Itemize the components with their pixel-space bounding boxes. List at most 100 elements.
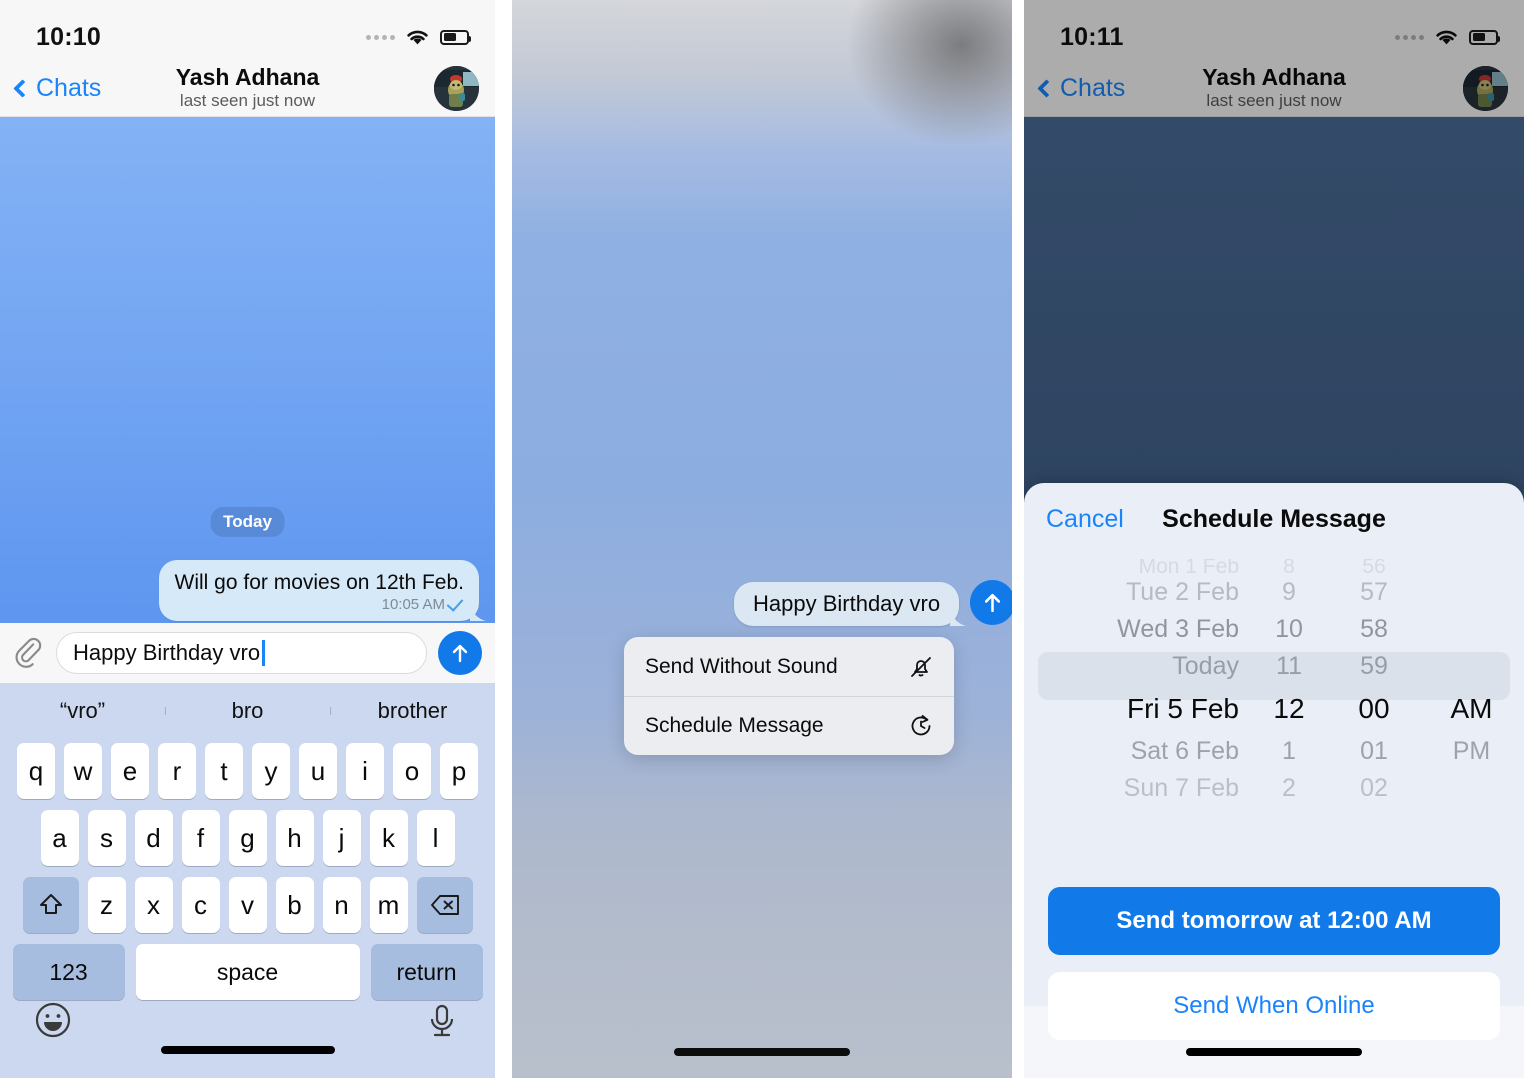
datetime-picker[interactable]: Mon 1 Feb Tue 2 Feb Wed 3 Feb Today Fri … — [1024, 559, 1524, 797]
status-bar: 10:11 — [1024, 0, 1524, 60]
key-l[interactable]: l — [416, 810, 455, 866]
chat-message-list[interactable]: Today Will go for movies on 12th Feb. 10… — [0, 117, 495, 623]
key-w[interactable]: w — [64, 743, 102, 799]
emoji-icon[interactable] — [33, 1000, 73, 1040]
key-x[interactable]: x — [134, 877, 173, 933]
send-tomorrow-button[interactable]: Send tomorrow at 12:00 AM — [1048, 887, 1500, 955]
keyboard-row-3: z x c v b n m — [0, 877, 495, 933]
back-to-chats-button[interactable]: Chats — [10, 74, 101, 103]
picker-minute-option[interactable]: 59 — [1360, 648, 1388, 685]
send-when-online-button[interactable]: Send When Online — [1048, 972, 1500, 1040]
shift-key[interactable] — [22, 877, 79, 933]
key-p[interactable]: p — [440, 743, 478, 799]
key-v[interactable]: v — [228, 877, 267, 933]
text-caret — [262, 640, 265, 666]
key-z[interactable]: z — [87, 877, 126, 933]
picker-date-option[interactable]: Sun 7 Feb — [1124, 770, 1239, 797]
picker-minute-option[interactable]: 02 — [1360, 770, 1388, 797]
send-options-menu: Send Without Sound Schedule Message — [624, 637, 954, 755]
key-o[interactable]: o — [393, 743, 431, 799]
home-indicator — [674, 1048, 850, 1056]
picker-date-option[interactable]: Today — [1172, 648, 1239, 685]
avatar[interactable] — [434, 66, 479, 111]
chevron-left-icon — [13, 78, 32, 98]
key-u[interactable]: u — [299, 743, 337, 799]
picker-hour-selected[interactable]: 12 — [1273, 685, 1304, 733]
suggestion-0[interactable]: “vro” — [0, 698, 165, 724]
picker-ampm-option[interactable]: PM — [1453, 733, 1491, 770]
picker-date-option[interactable]: Wed 3 Feb — [1117, 611, 1239, 648]
picker-column-hour[interactable]: 8 9 10 11 12 1 2 3 4 — [1249, 559, 1329, 797]
suggestion-1[interactable]: bro — [165, 698, 330, 724]
blurred-chat-background — [512, 0, 1012, 1078]
suggestion-2[interactable]: brother — [330, 698, 495, 724]
three-panel-screenshot: 10:10 Chats Yash Adhana last seen just n… — [0, 0, 1524, 1078]
key-e[interactable]: e — [111, 743, 149, 799]
key-s[interactable]: s — [87, 810, 126, 866]
cancel-button[interactable]: Cancel — [1046, 505, 1124, 534]
key-i[interactable]: i — [346, 743, 384, 799]
message-time: 10:05 AM — [381, 596, 445, 613]
onscreen-keyboard: “vro” bro brother q w e r t y u i o p a … — [0, 683, 495, 1078]
send-button[interactable] — [970, 580, 1012, 625]
bell-slash-icon — [911, 656, 931, 677]
key-f[interactable]: f — [181, 810, 220, 866]
key-r[interactable]: r — [158, 743, 196, 799]
microphone-icon[interactable] — [422, 1000, 462, 1040]
message-bubble-outgoing[interactable]: Will go for movies on 12th Feb. 10:05 AM — [158, 559, 479, 621]
picker-minute-selected[interactable]: 00 — [1358, 685, 1389, 733]
key-b[interactable]: b — [275, 877, 314, 933]
picker-date-option[interactable]: Tue 2 Feb — [1126, 574, 1239, 611]
picker-column-minute[interactable]: 56 57 58 59 00 01 02 03 04 — [1329, 559, 1419, 797]
picker-date-option[interactable]: Sat 6 Feb — [1131, 733, 1239, 770]
picker-hour-option[interactable]: 11 — [1276, 648, 1302, 685]
picker-minute-option[interactable]: 56 — [1362, 559, 1385, 578]
key-k[interactable]: k — [369, 810, 408, 866]
picker-minute-option[interactable]: 57 — [1360, 574, 1388, 611]
menu-item-schedule-message[interactable]: Schedule Message — [624, 696, 954, 755]
wifi-icon — [407, 30, 428, 44]
status-bar: 10:10 — [0, 0, 495, 60]
menu-item-send-without-sound[interactable]: Send Without Sound — [624, 637, 954, 696]
back-to-chats-button[interactable]: Chats — [1034, 74, 1125, 103]
key-j[interactable]: j — [322, 810, 361, 866]
signal-dots-icon — [1395, 34, 1424, 40]
picker-column-date[interactable]: Mon 1 Feb Tue 2 Feb Wed 3 Feb Today Fri … — [1024, 559, 1249, 797]
sheet-header: Cancel Schedule Message — [1024, 483, 1524, 555]
check-icon — [446, 594, 464, 612]
key-a[interactable]: a — [40, 810, 79, 866]
picker-hour-option[interactable]: 1 — [1282, 733, 1296, 770]
paperclip-icon[interactable] — [11, 635, 45, 671]
key-c[interactable]: c — [181, 877, 220, 933]
key-t[interactable]: t — [205, 743, 243, 799]
key-d[interactable]: d — [134, 810, 173, 866]
shift-icon — [39, 894, 62, 914]
key-n[interactable]: n — [322, 877, 361, 933]
key-q[interactable]: q — [17, 743, 55, 799]
panel-context-menu: Happy Birthday vro Send Without Sound Sc… — [512, 0, 1012, 1078]
key-h[interactable]: h — [275, 810, 314, 866]
backspace-key[interactable] — [416, 877, 473, 933]
message-text: Will go for movies on 12th Feb. — [174, 570, 464, 594]
day-divider: Today — [210, 507, 285, 537]
key-g[interactable]: g — [228, 810, 267, 866]
picker-minute-option[interactable]: 01 — [1360, 733, 1388, 770]
pending-message-bubble[interactable]: Happy Birthday vro — [734, 582, 960, 626]
chevron-left-icon — [1037, 78, 1056, 98]
picker-hour-option[interactable]: 2 — [1282, 770, 1296, 797]
picker-date-selected[interactable]: Fri 5 Feb — [1127, 685, 1239, 733]
picker-minute-option[interactable]: 58 — [1360, 611, 1388, 648]
battery-icon — [1469, 29, 1500, 45]
message-input-field[interactable]: Happy Birthday vro — [56, 632, 427, 674]
picker-hour-option[interactable]: 10 — [1275, 611, 1303, 648]
picker-date-option[interactable]: Mon 1 Feb — [1139, 559, 1239, 578]
status-indicators — [366, 28, 471, 47]
avatar[interactable] — [1463, 66, 1508, 111]
picker-column-ampm[interactable]: AM PM — [1419, 560, 1524, 797]
picker-hour-option[interactable]: 8 — [1283, 559, 1295, 578]
picker-hour-option[interactable]: 9 — [1282, 574, 1296, 611]
key-y[interactable]: y — [252, 743, 290, 799]
key-m[interactable]: m — [369, 877, 408, 933]
send-button[interactable] — [438, 631, 482, 675]
picker-ampm-selected[interactable]: AM — [1451, 685, 1493, 733]
